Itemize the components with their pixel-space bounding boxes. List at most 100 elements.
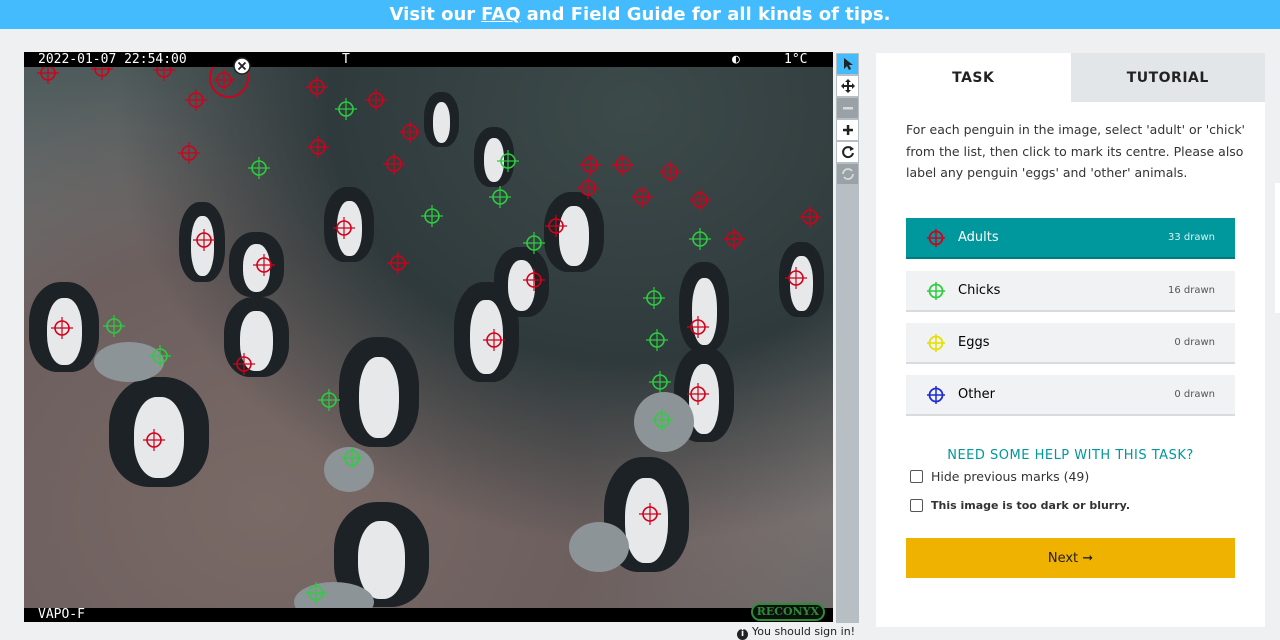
page-edge-strip: [1275, 183, 1280, 313]
chick-mark[interactable]: [523, 232, 545, 254]
hide-marks-checkbox[interactable]: Hide previous marks (49): [910, 469, 1089, 484]
zoom-out-icon[interactable]: [837, 98, 858, 118]
pointer-icon[interactable]: [837, 54, 858, 74]
chick-mark[interactable]: [497, 150, 519, 172]
adult-mark[interactable]: [612, 154, 634, 176]
chick-mark[interactable]: [149, 345, 171, 367]
adult-mark[interactable]: [799, 206, 821, 228]
tool-eggs[interactable]: Eggs 0 drawn: [906, 323, 1235, 364]
chick-mark[interactable]: [421, 205, 443, 227]
reset-icon[interactable]: [837, 164, 858, 184]
adult-mark[interactable]: [253, 254, 275, 276]
next-button[interactable]: Next ➞: [906, 538, 1235, 578]
crosshair-red-icon: [927, 228, 945, 247]
tab-task[interactable]: TASK: [876, 53, 1071, 102]
chick-mark[interactable]: [335, 98, 357, 120]
faq-link[interactable]: FAQ: [481, 4, 520, 25]
top-banner: Visit our FAQ and Field Guide for all ki…: [0, 0, 1280, 29]
tool-adults[interactable]: Adults 33 drawn: [906, 218, 1235, 259]
adult-mark[interactable]: [689, 189, 711, 211]
adult-mark[interactable]: [523, 269, 545, 291]
tool-chicks-label: Chicks: [958, 283, 1001, 298]
adult-mark[interactable]: [233, 353, 255, 375]
chick-mark[interactable]: [651, 409, 673, 431]
tool-chicks[interactable]: Chicks 16 drawn: [906, 271, 1235, 312]
rotate-icon[interactable]: [837, 142, 858, 162]
adult-mark[interactable]: [631, 186, 653, 208]
sign-in-text: You should sign in!: [752, 625, 856, 638]
chick-mark[interactable]: [649, 371, 671, 393]
tool-eggs-label: Eggs: [958, 335, 990, 350]
adult-mark[interactable]: [399, 121, 421, 143]
zoom-in-icon[interactable]: [837, 120, 858, 140]
adult-mark[interactable]: [51, 317, 73, 339]
chick-mark[interactable]: [248, 157, 270, 179]
adult-mark[interactable]: [785, 267, 807, 289]
adult-mark[interactable]: [365, 89, 387, 111]
adult-mark[interactable]: [143, 429, 165, 451]
adult-mark[interactable]: [659, 161, 681, 183]
checkbox-icon[interactable]: [910, 470, 923, 483]
help-link[interactable]: NEED SOME HELP WITH THIS TASK?: [906, 448, 1235, 463]
chick-mark[interactable]: [103, 315, 125, 337]
tab-tutorial[interactable]: TUTORIAL: [1070, 53, 1265, 102]
sign-in-notice[interactable]: i You should sign in!: [737, 625, 855, 640]
adult-mark[interactable]: [577, 177, 599, 199]
tool-adults-label: Adults: [958, 230, 999, 245]
chick-mark[interactable]: [643, 287, 665, 309]
chick-mark[interactable]: [341, 447, 363, 469]
chick-mark[interactable]: [489, 186, 511, 208]
adult-mark[interactable]: [333, 217, 355, 239]
checkbox-icon[interactable]: [910, 499, 923, 512]
adult-mark[interactable]: [483, 329, 505, 351]
reconyx-logo: RECONYX: [750, 603, 825, 621]
moon-phase-icon: ◐: [732, 52, 740, 67]
chick-mark[interactable]: [305, 582, 327, 604]
adult-mark[interactable]: [723, 228, 745, 250]
tool-other-label: Other: [958, 387, 995, 402]
crosshair-green-icon: [927, 281, 945, 300]
selected-mark-delete-icon[interactable]: [232, 56, 252, 76]
chick-mark[interactable]: [318, 389, 340, 411]
adult-mark[interactable]: [306, 76, 328, 98]
image-toolbar: [836, 53, 859, 623]
adult-mark[interactable]: [178, 142, 200, 164]
info-icon: i: [737, 629, 748, 640]
task-instructions: For each penguin in the image, select 'a…: [906, 122, 1245, 180]
chick-mark[interactable]: [689, 228, 711, 250]
adult-mark[interactable]: [185, 89, 207, 111]
tool-adults-count: 33 drawn: [1167, 232, 1215, 243]
adult-mark[interactable]: [307, 136, 329, 158]
camera-header-strip: 2022-01-07 22:54:00 T ◐ 1°C: [24, 52, 833, 67]
adult-mark[interactable]: [387, 252, 409, 274]
adult-mark[interactable]: [687, 383, 709, 405]
adult-mark[interactable]: [687, 316, 709, 338]
too-dark-label: This image is too dark or blurry.: [931, 499, 1130, 512]
banner-text-suffix: and Field Guide for all kinds of tips.: [526, 4, 891, 25]
camera-t-label: T: [342, 52, 350, 67]
adult-mark[interactable]: [545, 215, 567, 237]
camera-id: VAPO-F: [38, 607, 85, 622]
adult-mark[interactable]: [579, 154, 601, 176]
tool-other[interactable]: Other 0 drawn: [906, 375, 1235, 416]
task-tabs: TASK TUTORIAL: [876, 53, 1265, 102]
too-dark-checkbox[interactable]: This image is too dark or blurry.: [910, 499, 1130, 512]
hide-marks-label: Hide previous marks (49): [931, 469, 1090, 484]
tool-chicks-count: 16 drawn: [1167, 285, 1215, 296]
camera-temperature: 1°C: [784, 52, 808, 67]
move-icon[interactable]: [837, 76, 858, 96]
subject-image-viewer[interactable]: 2022-01-07 22:54:00 T ◐ 1°C VAPO-F RECON…: [24, 52, 833, 622]
adult-mark[interactable]: [639, 503, 661, 525]
chick-mark[interactable]: [646, 329, 668, 351]
camera-timestamp: 2022-01-07 22:54:00: [38, 52, 187, 67]
tool-other-count: 0 drawn: [1174, 389, 1215, 400]
camera-footer-strip: VAPO-F RECONYX: [24, 603, 833, 622]
banner-text-prefix: Visit our: [389, 4, 476, 25]
penguin-camera-photo[interactable]: [24, 52, 833, 622]
adult-mark[interactable]: [383, 153, 405, 175]
crosshair-blue-icon: [927, 385, 945, 404]
tool-eggs-count: 0 drawn: [1174, 337, 1215, 348]
adult-mark[interactable]: [193, 229, 215, 251]
crosshair-yellow-icon: [927, 333, 945, 352]
task-panel: TASK TUTORIAL For each penguin in the im…: [876, 53, 1265, 627]
